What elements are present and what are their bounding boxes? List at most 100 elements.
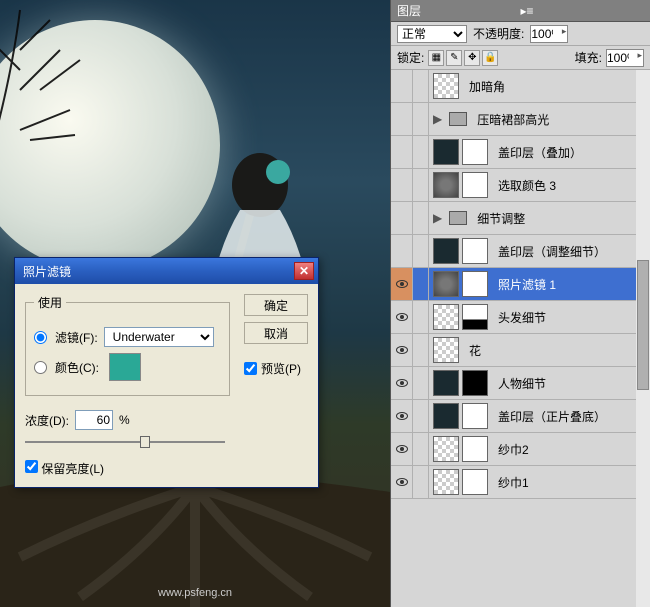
link-cell <box>413 466 429 498</box>
group-arrow-icon[interactable]: ▶ <box>433 112 442 126</box>
color-radio[interactable] <box>34 361 47 374</box>
layer-item[interactable]: ▶ 细节调整 <box>391 202 650 235</box>
visibility-toggle[interactable] <box>391 202 413 234</box>
photo-filter-dialog: 照片滤镜 ✕ 使用 滤镜(F): Underwater 颜色(C): 浓度(D)… <box>14 257 319 488</box>
layer-item[interactable]: 照片滤镜 1 <box>391 268 650 301</box>
layer-name[interactable]: 盖印层（叠加） <box>492 144 650 161</box>
layer-item[interactable]: ▶ 压暗裙部高光 <box>391 103 650 136</box>
link-cell <box>413 400 429 432</box>
layer-thumbnail[interactable] <box>433 139 459 165</box>
layer-thumbnail[interactable] <box>433 304 459 330</box>
layer-item[interactable]: 盖印层（叠加） <box>391 136 650 169</box>
layer-name[interactable]: 照片滤镜 1 <box>492 276 650 293</box>
layer-name[interactable]: 盖印层（调整细节） <box>492 243 650 260</box>
layer-thumbnail[interactable] <box>433 337 459 363</box>
layer-name[interactable]: 细节调整 <box>471 210 650 227</box>
layer-item[interactable]: 纱巾2 <box>391 433 650 466</box>
chevron-right-icon[interactable]: ▸ <box>637 50 642 61</box>
layer-thumbnail[interactable] <box>462 469 488 495</box>
eye-icon <box>396 412 408 420</box>
filter-radio[interactable] <box>34 331 47 344</box>
lock-transparency-icon[interactable]: ▦ <box>428 50 444 66</box>
layer-thumbnail[interactable] <box>433 172 459 198</box>
layer-item[interactable]: 头发细节 <box>391 301 650 334</box>
layer-thumbnail[interactable] <box>433 370 459 396</box>
lock-all-icon[interactable]: 🔒 <box>482 50 498 66</box>
layer-name[interactable]: 人物细节 <box>492 375 650 392</box>
layer-thumbnail[interactable] <box>433 436 459 462</box>
layers-panel: 图层 ▸≡ 正常 不透明度: ▸ 锁定: ▦ ✎ ✥ 🔒 填充: ▸ 加暗角▶压… <box>390 0 650 607</box>
layer-item[interactable]: 盖印层（调整细节） <box>391 235 650 268</box>
layer-item[interactable]: 纱巾1 <box>391 466 650 499</box>
layer-name[interactable]: 加暗角 <box>463 78 650 95</box>
visibility-toggle[interactable] <box>391 334 413 366</box>
cancel-button[interactable]: 取消 <box>244 322 308 344</box>
close-icon[interactable]: ✕ <box>294 262 314 280</box>
layer-thumbnail[interactable] <box>433 469 459 495</box>
blend-mode-select[interactable]: 正常 <box>397 25 467 43</box>
ok-button[interactable]: 确定 <box>244 294 308 316</box>
layer-item[interactable]: 花 <box>391 334 650 367</box>
chevron-right-icon[interactable]: ▸ <box>562 26 567 37</box>
layer-thumbnail[interactable] <box>462 238 488 264</box>
folder-icon <box>449 211 467 225</box>
layer-thumbnail[interactable] <box>462 436 488 462</box>
layer-name[interactable]: 选取颜色 3 <box>492 177 650 194</box>
layer-thumbnail[interactable] <box>462 370 488 396</box>
link-cell <box>413 70 429 102</box>
layer-thumbnail[interactable] <box>433 73 459 99</box>
visibility-toggle[interactable] <box>391 301 413 333</box>
visibility-toggle[interactable] <box>391 466 413 498</box>
preview-checkbox[interactable] <box>244 362 257 375</box>
layer-thumbnail[interactable] <box>462 172 488 198</box>
layer-thumbnail[interactable] <box>433 403 459 429</box>
layer-item[interactable]: 人物细节 <box>391 367 650 400</box>
scroll-thumb[interactable] <box>637 260 649 390</box>
use-legend: 使用 <box>34 294 66 311</box>
filter-select[interactable]: Underwater <box>104 327 214 347</box>
dialog-titlebar[interactable]: 照片滤镜 ✕ <box>15 258 318 284</box>
visibility-toggle[interactable] <box>391 268 413 300</box>
visibility-toggle[interactable] <box>391 169 413 201</box>
scrollbar[interactable] <box>636 70 650 607</box>
visibility-toggle[interactable] <box>391 367 413 399</box>
density-input[interactable] <box>75 410 113 430</box>
layer-item[interactable]: 加暗角 <box>391 70 650 103</box>
preserve-luminosity-checkbox[interactable] <box>25 460 38 473</box>
lock-paint-icon[interactable]: ✎ <box>446 50 462 66</box>
lock-position-icon[interactable]: ✥ <box>464 50 480 66</box>
visibility-toggle[interactable] <box>391 103 413 135</box>
watermark-text: www.psfeng.cn <box>158 587 232 599</box>
visibility-toggle[interactable] <box>391 136 413 168</box>
layer-thumbnail[interactable] <box>462 403 488 429</box>
preview-label: 预览(P) <box>261 360 301 377</box>
density-slider[interactable] <box>25 434 225 450</box>
dialog-title: 照片滤镜 <box>19 263 294 280</box>
visibility-toggle[interactable] <box>391 433 413 465</box>
color-swatch[interactable] <box>109 353 141 381</box>
layer-name[interactable]: 头发细节 <box>492 309 650 326</box>
panel-menu-icon[interactable]: ▸≡ <box>521 4 645 18</box>
layer-name[interactable]: 压暗裙部高光 <box>471 111 650 128</box>
layer-thumbnail[interactable] <box>433 238 459 264</box>
layers-list[interactable]: 加暗角 ▶ 压暗裙部高光盖印层（叠加） 选取颜色 3 ▶ 细节调整盖印层（调整细节） 照片滤… <box>391 70 650 607</box>
layer-name[interactable]: 花 <box>463 342 650 359</box>
eye-icon <box>396 346 408 354</box>
layer-thumbnail[interactable] <box>433 271 459 297</box>
layer-thumbnail[interactable] <box>462 271 488 297</box>
layer-thumbnail[interactable] <box>462 139 488 165</box>
visibility-toggle[interactable] <box>391 70 413 102</box>
layer-name[interactable]: 纱巾2 <box>492 441 650 458</box>
density-label: 浓度(D): <box>25 412 69 429</box>
layer-name[interactable]: 纱巾1 <box>492 474 650 491</box>
link-cell <box>413 367 429 399</box>
layer-item[interactable]: 盖印层（正片叠底） <box>391 400 650 433</box>
visibility-toggle[interactable] <box>391 400 413 432</box>
visibility-toggle[interactable] <box>391 235 413 267</box>
layer-thumbnail[interactable] <box>462 304 488 330</box>
layer-item[interactable]: 选取颜色 3 <box>391 169 650 202</box>
group-arrow-icon[interactable]: ▶ <box>433 211 442 225</box>
link-cell <box>413 136 429 168</box>
layer-name[interactable]: 盖印层（正片叠底） <box>492 408 650 425</box>
link-cell <box>413 103 429 135</box>
